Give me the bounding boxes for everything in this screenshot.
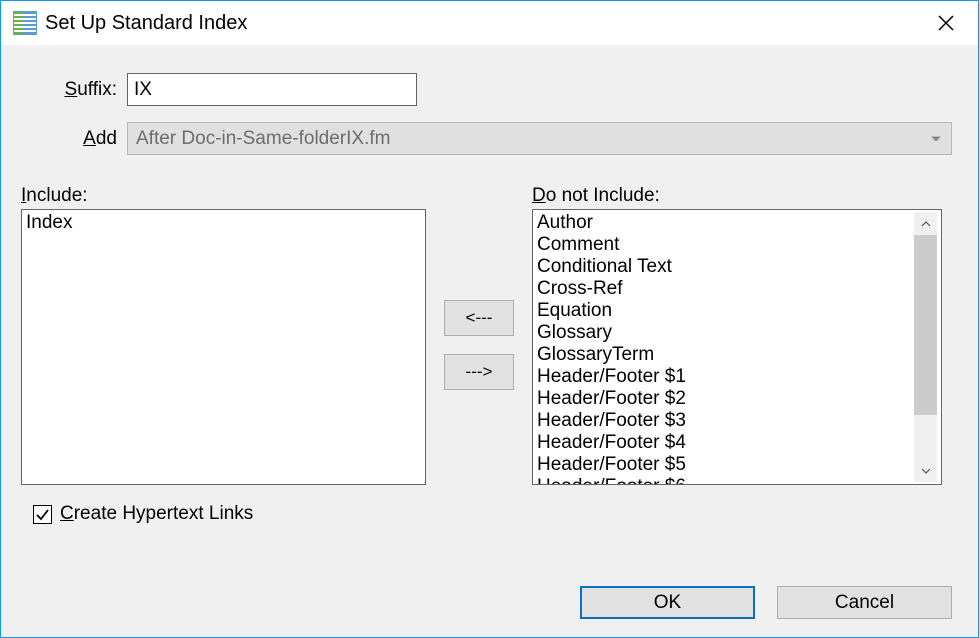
- exclude-label: Do not Include:: [532, 185, 942, 207]
- list-item[interactable]: Glossary: [537, 322, 914, 344]
- scroll-thumb[interactable]: [914, 235, 937, 415]
- list-item[interactable]: Header/Footer $4: [537, 432, 914, 454]
- list-item[interactable]: Author: [537, 212, 914, 234]
- move-left-button[interactable]: <---: [444, 300, 514, 336]
- app-icon: [13, 11, 37, 35]
- include-listbox[interactable]: Index: [21, 209, 426, 485]
- list-item[interactable]: Header/Footer $5: [537, 454, 914, 476]
- list-item[interactable]: Conditional Text: [537, 256, 914, 278]
- move-right-button[interactable]: --->: [444, 354, 514, 390]
- list-item[interactable]: Equation: [537, 300, 914, 322]
- titlebar: Set Up Standard Index: [1, 1, 978, 45]
- close-icon: [937, 14, 955, 32]
- list-item[interactable]: Index: [26, 212, 421, 234]
- list-item[interactable]: Comment: [537, 234, 914, 256]
- close-button[interactable]: [926, 3, 966, 43]
- exclude-listbox[interactable]: AuthorCommentConditional TextCross-RefEq…: [532, 209, 942, 485]
- hypertext-checkbox[interactable]: [33, 505, 52, 524]
- add-dropdown[interactable]: After Doc-in-Same-folderIX.fm: [127, 122, 952, 155]
- add-label: Add: [27, 128, 127, 150]
- hypertext-label: Create Hypertext Links: [60, 503, 253, 525]
- list-item[interactable]: Header/Footer $1: [537, 366, 914, 388]
- list-item[interactable]: Header/Footer $6: [537, 476, 914, 485]
- suffix-label: Suffix:: [27, 79, 127, 101]
- checkmark-icon: [35, 507, 50, 522]
- action-buttons: OK Cancel: [580, 586, 952, 619]
- list-item[interactable]: GlossaryTerm: [537, 344, 914, 366]
- window-title: Set Up Standard Index: [45, 12, 247, 35]
- suffix-row: Suffix:: [27, 73, 952, 106]
- scrollbar[interactable]: [914, 212, 937, 482]
- add-row: Add After Doc-in-Same-folderIX.fm: [27, 122, 952, 155]
- include-column: Include: Index: [21, 185, 426, 485]
- list-item[interactable]: Cross-Ref: [537, 278, 914, 300]
- list-item[interactable]: Header/Footer $2: [537, 388, 914, 410]
- exclude-column: Do not Include: AuthorCommentConditional…: [532, 185, 942, 485]
- list-item[interactable]: Header/Footer $3: [537, 410, 914, 432]
- include-label: Include:: [21, 185, 426, 207]
- lists-section: Include: Index <--- ---> Do not Include:…: [21, 185, 952, 485]
- chevron-down-icon: [931, 136, 941, 141]
- scroll-down-button[interactable]: [914, 459, 937, 482]
- hypertext-checkbox-row[interactable]: Create Hypertext Links: [33, 503, 952, 525]
- ok-button[interactable]: OK: [580, 586, 755, 619]
- add-dropdown-value: After Doc-in-Same-folderIX.fm: [136, 128, 390, 150]
- chevron-up-icon: [921, 219, 931, 229]
- cancel-button[interactable]: Cancel: [777, 586, 952, 619]
- move-buttons: <--- --->: [426, 205, 532, 485]
- scroll-up-button[interactable]: [914, 212, 937, 235]
- suffix-input[interactable]: [127, 73, 417, 106]
- dialog-body: Suffix: Add After Doc-in-Same-folderIX.f…: [1, 45, 978, 637]
- chevron-down-icon: [921, 466, 931, 476]
